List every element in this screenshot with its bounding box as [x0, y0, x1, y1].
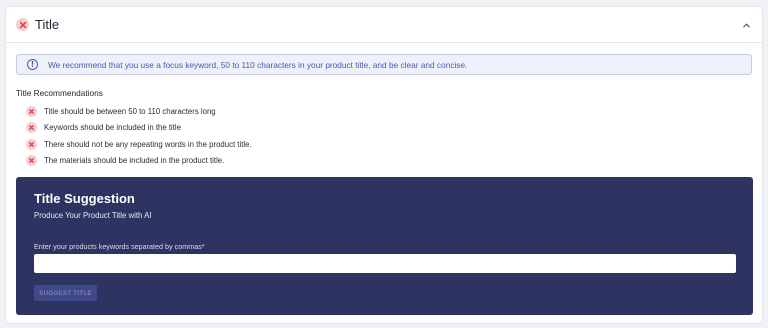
keywords-label: Enter your products keywords separated b… — [34, 242, 205, 251]
recommendation-label: The materials should be included in the … — [44, 156, 225, 166]
suggestion-subtitle: Produce Your Product Title with AI — [34, 211, 152, 220]
error-icon — [26, 105, 37, 117]
error-icon — [26, 122, 37, 134]
suggestion-title: Title Suggestion — [34, 191, 135, 206]
recommendation-label: Title should be between 50 to 110 charac… — [44, 106, 216, 116]
list-item: Title should be between 50 to 110 charac… — [26, 103, 252, 120]
list-item: The materials should be included in the … — [26, 153, 252, 170]
error-icon — [26, 155, 37, 167]
suggest-title-button[interactable]: SUGGEST TITLE — [34, 285, 97, 301]
error-icon — [16, 18, 29, 31]
info-banner: ! We recommend that you use a focus keyw… — [16, 54, 752, 75]
recommendation-label: Keywords should be included in the title — [44, 123, 181, 133]
recommendation-label: There should not be any repeating words … — [44, 139, 252, 149]
recommendations-heading: Title Recommendations — [16, 88, 103, 98]
chevron-up-icon[interactable] — [740, 19, 752, 31]
list-item: There should not be any repeating words … — [26, 136, 252, 153]
recommendations-list: Title should be between 50 to 110 charac… — [26, 103, 252, 169]
list-item: Keywords should be included in the title — [26, 120, 252, 137]
section-header[interactable]: Title — [6, 7, 762, 43]
title-section-panel: Title ! We recommend that you use a focu… — [5, 6, 763, 324]
info-text: We recommend that you use a focus keywor… — [48, 59, 468, 70]
info-circle-icon: ! — [27, 59, 38, 70]
error-icon — [26, 138, 37, 150]
section-title: Title — [35, 17, 60, 32]
title-suggestion-card: Title Suggestion Produce Your Product Ti… — [16, 177, 753, 315]
keywords-input[interactable] — [34, 254, 736, 273]
